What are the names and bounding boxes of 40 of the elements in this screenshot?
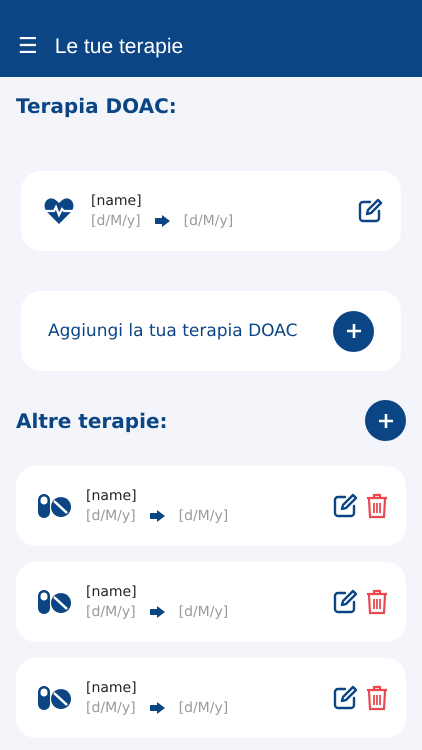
edit-icon[interactable] [332,685,358,711]
end-date: [d/M/y] [184,213,234,229]
end-date: [d/M/y] [178,508,228,524]
therapy-card[interactable]: [name] [d/M/y] [d/M/y] [16,562,406,642]
heartbeat-icon [44,198,74,224]
end-date: [d/M/y] [178,604,228,620]
start-date: [d/M/y] [86,604,136,620]
pills-icon [37,685,71,711]
therapy-name: [name] [86,680,138,696]
start-date: [d/M/y] [86,700,136,716]
add-therapy-label: Aggiungi la tua terapia DOAC [48,321,298,341]
delete-icon[interactable] [366,493,388,519]
plus-icon [378,412,394,428]
section-heading: Terapia DOAC: [16,93,178,120]
arrow-right-icon [154,215,170,227]
start-date: [d/M/y] [91,213,141,229]
pills-icon [37,589,71,615]
add-button[interactable] [365,400,406,441]
add-therapy-button[interactable]: Aggiungi la tua terapia DOAC [21,291,401,371]
therapy-name: [name] [86,584,138,600]
edit-icon[interactable] [357,198,383,224]
therapy-card[interactable]: [name] [d/M/y] [d/M/y] [21,171,401,251]
plus-icon [333,310,374,352]
edit-icon[interactable] [332,589,358,615]
arrow-right-icon [150,606,165,618]
therapy-name: [name] [91,193,143,209]
therapy-card[interactable]: [name] [d/M/y] [d/M/y] [16,658,406,738]
therapy-card[interactable]: [name] [d/M/y] [d/M/y] [16,466,406,546]
arrow-right-icon [150,702,165,714]
arrow-right-icon [150,510,165,522]
delete-icon[interactable] [366,589,388,615]
end-date: [d/M/y] [178,700,228,716]
section-heading: Altre terapie: [16,408,168,434]
therapy-name: [name] [86,488,138,504]
page-title: Le tue terapie [54,34,184,60]
delete-icon[interactable] [366,685,388,711]
pills-icon [37,493,71,519]
menu-icon[interactable]: ☰ [18,33,38,61]
edit-icon[interactable] [332,493,358,519]
start-date: [d/M/y] [86,508,136,524]
